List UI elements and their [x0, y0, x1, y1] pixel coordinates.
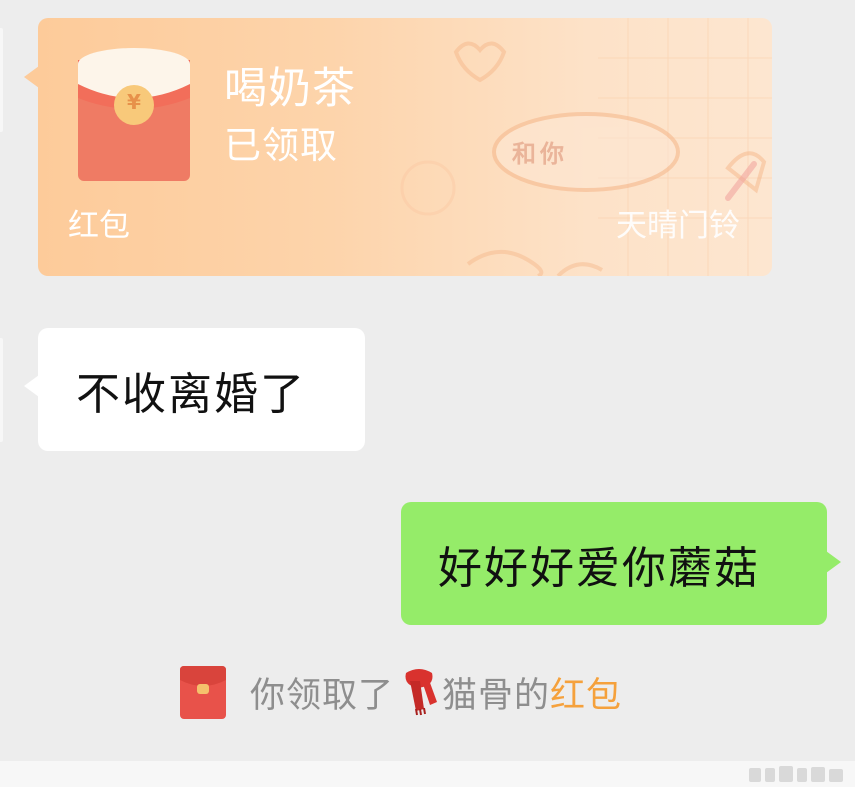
notice-sender-name: 猫骨 — [442, 675, 515, 716]
watermark-logo — [749, 766, 843, 782]
red-packet-doodle-text: 和你 — [512, 140, 568, 168]
red-packet-envelope-icon — [78, 48, 190, 181]
red-packet-title: 喝奶茶 — [224, 64, 356, 114]
red-packet-icon — [180, 665, 226, 719]
notice-possessive: 的 — [514, 675, 551, 716]
red-packet-label: 红包 — [68, 208, 130, 244]
scarf-icon — [405, 669, 438, 716]
avatar-stub-middle[interactable] — [0, 338, 3, 442]
bottom-strip — [0, 761, 855, 787]
notice-red-packet-link[interactable]: 红包 — [550, 667, 622, 718]
outgoing-message-text: 好好好爱你蘑菇 — [438, 542, 760, 594]
notice-prefix: 你领取了 — [250, 675, 395, 716]
red-packet-coin-symbol: ¥ — [127, 90, 141, 114]
red-packet-card[interactable]: 和你 ¥ 喝奶茶 已领取 红包 天晴门铃 — [38, 18, 772, 276]
red-packet-cover-source: 天晴门铃 — [616, 208, 740, 244]
incoming-message-text: 不收离婚了 — [76, 368, 306, 420]
red-packet-bubble-tail — [24, 66, 39, 88]
red-packet-status: 已领取 — [224, 124, 338, 167]
incoming-bubble-tail — [24, 375, 39, 397]
incoming-message-bubble[interactable]: 不收离婚了 — [38, 328, 365, 451]
red-packet-received-notice: 你领取了 猫骨 的 红包 — [180, 664, 622, 720]
outgoing-message-bubble[interactable]: 好好好爱你蘑菇 — [401, 502, 827, 625]
outgoing-bubble-tail — [826, 551, 841, 573]
avatar-stub-top[interactable] — [0, 28, 3, 132]
